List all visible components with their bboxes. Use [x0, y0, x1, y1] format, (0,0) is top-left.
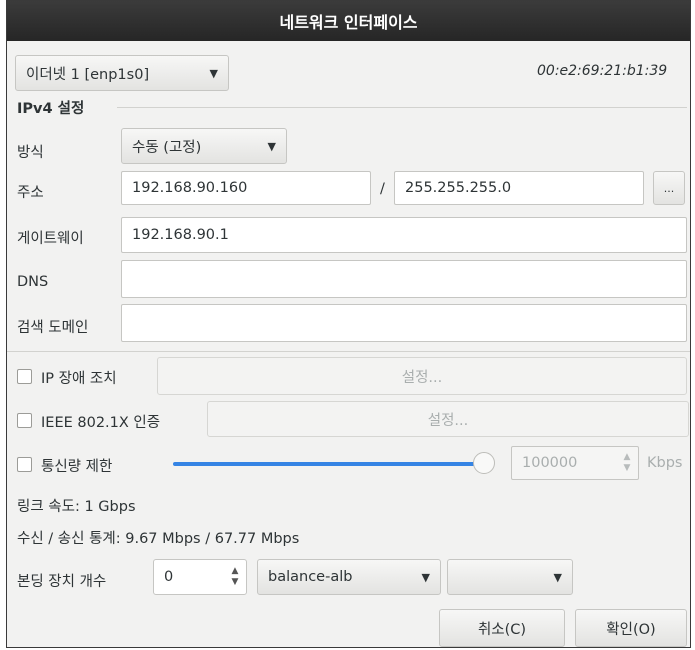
netmask-input[interactable]: 255.255.255.0: [394, 171, 644, 205]
method-dropdown-value: 수동 (고정): [132, 139, 202, 156]
ieee-auth-settings-button[interactable]: 설정...: [207, 401, 689, 437]
search-domain-input[interactable]: [121, 304, 687, 342]
chevron-down-icon[interactable]: ▼: [624, 463, 631, 474]
ieee-auth-checkbox[interactable]: [17, 413, 32, 428]
chevron-down-icon[interactable]: ▼: [232, 577, 239, 588]
chevron-down-icon: ▼: [421, 570, 430, 584]
title-bar: 네트워크 인터페이스: [7, 1, 690, 41]
bonding-count-spinbox[interactable]: 0 ▲ ▼: [153, 559, 247, 595]
ip-failover-label: IP 장애 조치: [41, 371, 117, 387]
bandwidth-limit-label: 통신량 제한: [41, 459, 113, 475]
search-domain-label: 검색 도메인: [17, 320, 89, 336]
gateway-input[interactable]: 192.168.90.1: [121, 217, 687, 253]
spin-buttons[interactable]: ▲ ▼: [616, 447, 638, 479]
chevron-up-icon[interactable]: ▲: [232, 566, 239, 577]
bandwidth-slider-handle[interactable]: [473, 452, 495, 474]
bandwidth-value: 100000: [522, 455, 578, 471]
interface-dropdown-value: 이더넷 1 [enp1s0]: [26, 66, 150, 83]
spin-buttons[interactable]: ▲ ▼: [224, 560, 246, 594]
link-speed-text: 링크 속도: 1 Gbps: [17, 499, 136, 515]
bonding-mode-value: balance-alb: [268, 569, 353, 585]
ok-button[interactable]: 확인(O): [575, 609, 687, 647]
ip-failover-checkbox[interactable]: [17, 369, 32, 384]
section-divider: [117, 107, 687, 108]
dialog-title: 네트워크 인터페이스: [279, 13, 418, 32]
ip-address-input[interactable]: 192.168.90.160: [121, 171, 371, 205]
mac-address: 00:e2:69:21:b1:39: [537, 63, 668, 79]
more-addresses-button[interactable]: ...: [653, 171, 685, 205]
method-dropdown[interactable]: 수동 (고정) ▼: [121, 128, 287, 164]
bonding-count-label: 본딩 장치 개수: [17, 574, 107, 590]
bandwidth-limit-checkbox[interactable]: [17, 457, 32, 472]
chevron-down-icon: ▼: [209, 66, 218, 80]
bonding-count-value: 0: [164, 569, 174, 585]
divider: [7, 351, 690, 352]
method-label: 방식: [17, 145, 44, 161]
ip-failover-settings-button[interactable]: 설정...: [157, 357, 687, 395]
ieee-auth-label: IEEE 802.1X 인증: [41, 415, 161, 431]
network-interface-dialog: 네트워크 인터페이스 이더넷 1 [enp1s0] ▼ 00:e2:69:21:…: [6, 0, 691, 648]
dns-label: DNS: [17, 274, 49, 290]
bonding-secondary-dropdown[interactable]: ▼: [447, 559, 573, 595]
chevron-down-icon: ▼: [267, 139, 276, 153]
gateway-label: 게이트웨이: [17, 231, 84, 247]
traffic-stats-text: 수신 / 송신 통계: 9.67 Mbps / 67.77 Mbps: [17, 531, 300, 547]
bandwidth-unit: Kbps: [647, 455, 683, 471]
bandwidth-slider-track[interactable]: [173, 462, 487, 466]
chevron-down-icon: ▼: [553, 570, 562, 584]
chevron-up-icon[interactable]: ▲: [624, 452, 631, 463]
netmask-separator: /: [380, 181, 385, 197]
cancel-button[interactable]: 취소(C): [439, 609, 565, 647]
interface-dropdown[interactable]: 이더넷 1 [enp1s0] ▼: [15, 55, 229, 91]
ipv4-section-title: IPv4 설정: [17, 101, 85, 117]
bandwidth-value-spinbox[interactable]: 100000 ▲ ▼: [511, 446, 639, 480]
bonding-mode-dropdown[interactable]: balance-alb ▼: [257, 559, 441, 595]
dns-input[interactable]: [121, 260, 687, 298]
address-label: 주소: [17, 185, 44, 201]
